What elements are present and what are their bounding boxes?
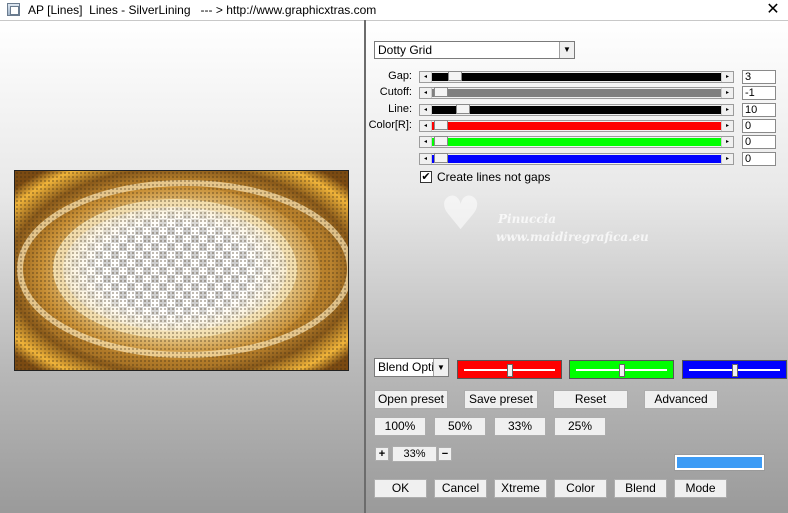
slider-track[interactable] [432,106,721,114]
slider-track[interactable] [432,73,721,81]
slider-thumb[interactable] [456,104,470,114]
mode-button[interactable]: Mode [674,479,727,498]
slider-thumb[interactable] [448,71,462,81]
arrow-right-icon[interactable]: ▸ [721,154,733,164]
zoom-level-field[interactable]: 33% [392,446,437,462]
slider-thumb[interactable] [434,153,448,163]
slider-track[interactable] [432,138,721,146]
ok-button[interactable]: OK [374,479,427,498]
close-button[interactable]: ✕ [758,0,788,20]
slider-value-field[interactable]: 3 [742,70,776,84]
arrow-left-icon[interactable]: ◂ [420,88,432,98]
arrow-right-icon[interactable]: ▸ [721,137,733,147]
preset-dropdown-value: Dotty Grid [378,43,433,57]
parameter-slider[interactable]: ◂ ▸ [419,120,734,132]
color-preview-bar [674,454,765,471]
title-bar: AP [Lines] Lines - SilverLining --- > ht… [0,0,788,20]
parameter-slider[interactable]: ◂ ▸ [419,153,734,165]
heart-icon: ♥ [440,186,482,240]
blend-options-dropdown[interactable]: Blend Optio ▼ [374,358,449,377]
slider-thumb[interactable] [434,120,448,130]
chevron-down-icon[interactable]: ▼ [433,359,448,376]
arrow-left-icon[interactable]: ◂ [420,105,432,115]
create-lines-label: Create lines not gaps [437,170,551,184]
parameter-slider[interactable]: ◂ ▸ [419,87,734,99]
arrow-left-icon[interactable]: ◂ [420,154,432,164]
arrow-right-icon[interactable]: ▸ [721,105,733,115]
save-preset-button[interactable]: Save preset [464,390,538,409]
parameter-slider[interactable]: ◂ ▸ [419,136,734,148]
parameter-slider[interactable]: ◂ ▸ [419,104,734,116]
arrow-right-icon[interactable]: ▸ [721,121,733,131]
arrow-left-icon[interactable]: ◂ [420,137,432,147]
open-preset-button[interactable]: Open preset [374,390,448,409]
color-button[interactable]: Color [554,479,607,498]
slider-track[interactable] [432,155,721,163]
slider-value-field[interactable]: 10 [742,103,776,117]
slider-value-field[interactable]: 0 [742,135,776,149]
blend-options-value: Blend Optio [378,360,441,374]
zoom-33-button[interactable]: 33% [494,417,546,436]
slider-value-field[interactable]: 0 [742,152,776,166]
blend-button[interactable]: Blend [614,479,667,498]
zoom-out-button[interactable]: − [438,447,452,461]
preset-dropdown[interactable]: Dotty Grid ▼ [374,41,575,59]
preview-image [14,170,349,371]
slider-track[interactable] [432,89,721,97]
arrow-left-icon[interactable]: ◂ [420,121,432,131]
window-title: AP [Lines] Lines - SilverLining --- > ht… [28,3,377,17]
watermark-name: Pinuccia [498,212,556,226]
chevron-down-icon[interactable]: ▼ [559,42,574,58]
slider-value-field[interactable]: -1 [742,86,776,100]
zoom-100-button[interactable]: 100% [374,417,426,436]
app-window-icon [7,3,20,16]
zoom-50-button[interactable]: 50% [434,417,486,436]
watermark: ♥ Pinuccia www.maidiregrafica.eu [440,190,670,250]
arrow-right-icon[interactable]: ▸ [721,72,733,82]
reset-button[interactable]: Reset [553,390,628,409]
zoom-in-button[interactable]: + [375,447,389,461]
blue-channel-slider[interactable] [682,360,787,379]
slider-label: Gap: [388,70,412,82]
slider-label: Cutoff: [379,86,412,98]
arrow-right-icon[interactable]: ▸ [721,88,733,98]
slider-thumb[interactable] [434,136,448,146]
slider-label: Color[R]: [368,119,412,131]
parameter-slider[interactable]: ◂ ▸ [419,71,734,83]
zoom-25-button[interactable]: 25% [554,417,606,436]
arrow-left-icon[interactable]: ◂ [420,72,432,82]
slider-label: Line: [388,103,412,115]
cancel-button[interactable]: Cancel [434,479,487,498]
red-channel-slider[interactable] [457,360,562,379]
slider-track[interactable] [432,122,721,130]
advanced-button[interactable]: Advanced [644,390,718,409]
watermark-url: www.maidiregrafica.eu [496,230,649,244]
green-channel-slider[interactable] [569,360,674,379]
xtreme-button[interactable]: Xtreme [494,479,547,498]
create-lines-checkbox[interactable]: ✔ [420,171,432,183]
slider-thumb[interactable] [434,87,448,97]
slider-value-field[interactable]: 0 [742,119,776,133]
